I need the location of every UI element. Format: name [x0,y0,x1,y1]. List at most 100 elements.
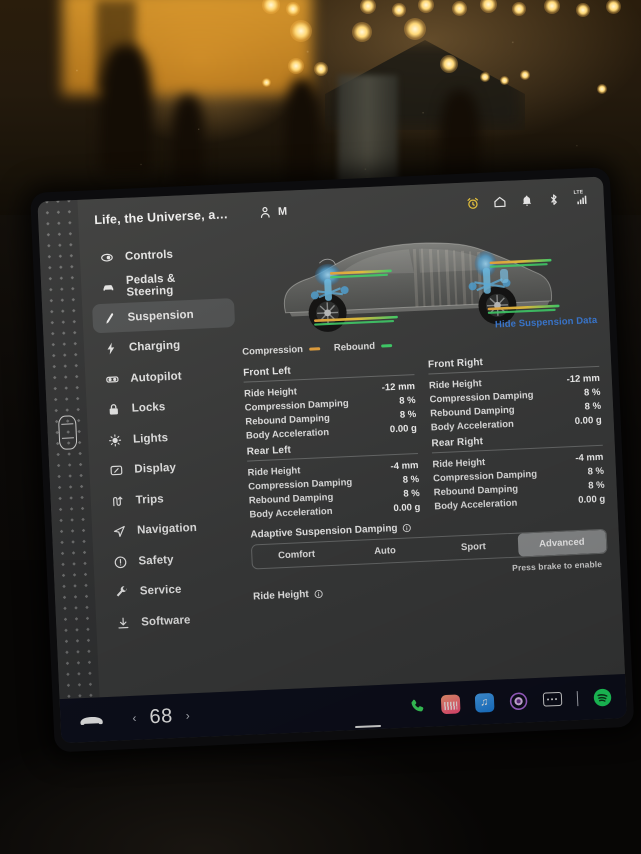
status-icon-group: LTE [466,189,591,211]
info-icon[interactable] [402,523,412,533]
sidebar-item-suspension[interactable]: Suspension [92,298,236,334]
sidebar-item-safety[interactable]: Safety [103,542,246,577]
theater-app-icon[interactable] [508,691,528,711]
string-light [512,2,526,16]
distant-light [520,70,530,80]
legend-rebound-swatch [380,344,393,348]
sidebar-item-software[interactable]: Software [106,603,249,638]
lte-signal-icon[interactable]: LTE [573,189,590,206]
metric-value: 8 % [587,465,605,477]
legend-compression-swatch [308,347,321,351]
trips-icon [113,496,123,506]
vehicle-top-view-icon [57,415,78,450]
street-lamp-light [352,22,372,42]
alarm-clock-icon[interactable] [466,196,481,211]
metric-value: 8 % [402,473,420,486]
chevron-right-icon[interactable]: › [185,708,190,722]
center-touchscreen: Life, the Universe, a… M LTE Controls Pe… [30,167,635,753]
sidebar-item-label: Locks [131,401,166,415]
damping-option-auto[interactable]: Auto [340,538,429,565]
corner-readouts-grid: Front Left Ride Height -12 mm Compressio… [237,342,612,522]
string-light [576,3,590,17]
sidebar-item-display[interactable]: Display [99,450,242,485]
sidebar-item-label: Trips [135,492,164,507]
metric-value: 8 % [587,479,605,491]
string-light [286,2,300,16]
person-silhouette [100,45,152,175]
distant-light [500,76,509,85]
metric-value: 0.00 g [578,493,606,506]
music-app-icon[interactable]: ♫ [474,692,495,713]
settings-sidebar: Controls Pedals & Steering Suspension Ch… [79,235,251,697]
metric-value: -12 mm [566,372,601,385]
adaptive-damping-title: Adaptive Suspension Damping [250,522,398,541]
metric-value: 0.00 g [389,422,418,435]
car-front-icon[interactable] [78,713,105,727]
screen-surface: Life, the Universe, a… M LTE Controls Pe… [37,176,627,744]
sidebar-item-label: Software [140,613,191,628]
chevron-left-icon[interactable]: ‹ [132,711,137,725]
controls-ui: Life, the Universe, a… M LTE Controls Pe… [77,176,625,698]
vehicle-name: Life, the Universe, a… [93,207,229,228]
sidebar-item-controls[interactable]: Controls [89,237,232,272]
street-lamp-light [440,55,458,73]
sidebar-item-locks[interactable]: Locks [96,389,239,424]
sidebar-item-charging[interactable]: Charging [93,329,236,364]
sidebar-item-label: Controls [124,248,174,263]
bell-icon[interactable] [520,194,535,209]
display-icon [110,465,123,476]
lock-icon [109,404,118,415]
street-lamp-light [314,62,328,76]
metric-value: -4 mm [575,451,604,464]
driver-profile[interactable]: M [258,205,288,220]
sidebar-item-label: Charging [128,339,181,354]
more-apps-icon[interactable] [542,691,562,707]
damping-option-advanced[interactable]: Advanced [517,529,607,557]
navigation-arrow-icon [113,525,125,537]
metric-value: 8 % [399,408,417,421]
damping-option-comfort[interactable]: Comfort [252,542,341,569]
sidebar-item-label: Navigation [136,521,198,537]
corner-front-left: Front Left Ride Height -12 mm Compressio… [243,356,417,443]
home-icon[interactable] [493,195,508,210]
bluetooth-icon[interactable] [547,192,562,207]
metric-value: 8 % [583,386,601,399]
pedals-steering-icon [103,285,114,291]
sidebar-item-label: Suspension [127,308,195,324]
sidebar-item-label: Autopilot [130,369,182,385]
temperature-value[interactable]: 68 [149,705,173,729]
person-icon [260,207,270,219]
sidebar-item-label: Display [134,461,177,476]
app-launcher-row: ♫ [408,686,626,715]
sidebar-item-autopilot[interactable]: Autopilot [95,359,238,394]
climate-control: ‹ 68 › [132,704,190,730]
corner-rear-left: Rear Left Ride Height -4 mm Compression … [246,435,420,522]
safety-icon [114,556,127,568]
info-icon[interactable] [313,589,323,599]
profile-initial: M [277,205,288,218]
metric-value: 8 % [403,487,420,500]
software-download-icon [118,617,129,628]
sidebar-item-service[interactable]: Service [104,572,247,607]
metric-value: 8 % [584,400,602,413]
wrench-icon [116,586,127,597]
street-lamp-light [404,18,426,40]
sidebar-item-label: Lights [132,431,169,446]
media-app-icon[interactable] [440,693,461,714]
corner-rear-right: Rear Right Ride Height -4 mm Compression… [431,427,605,514]
sidebar-item-navigation[interactable]: Navigation [102,511,245,546]
taskbar-divider [576,690,579,706]
spotify-app-icon[interactable] [593,687,613,707]
damping-option-sport[interactable]: Sport [429,534,518,561]
corner-front-right: Front Right Ride Height -12 mm Compressi… [428,348,602,435]
person-silhouette [285,78,319,188]
phone-app-icon[interactable] [408,696,426,714]
sidebar-item-label: Pedals & Steering [125,272,176,299]
metric-value: 0.00 g [574,414,602,427]
sidebar-item-lights[interactable]: Lights [97,420,240,455]
street-lamp-light [288,58,304,74]
sidebar-item-pedals-steering[interactable]: Pedals & Steering [91,268,234,303]
metric-label: Ride Height [247,464,301,479]
sidebar-item-trips[interactable]: Trips [100,481,243,516]
ride-height-title: Ride Height [252,589,309,603]
